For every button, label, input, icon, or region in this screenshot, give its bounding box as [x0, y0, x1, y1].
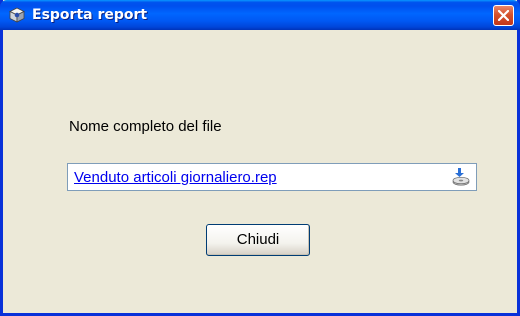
export-report-dialog: Esporta report Nome completo del file Ve…	[0, 0, 520, 316]
dialog-body: Nome completo del file Venduto articoli …	[3, 30, 517, 313]
cube-icon	[9, 7, 25, 23]
save-disk-icon[interactable]	[450, 167, 472, 187]
window-title: Esporta report	[32, 7, 148, 23]
file-name-link[interactable]: Venduto articoli giornaliero.rep	[74, 169, 277, 186]
close-button[interactable]	[493, 5, 514, 26]
title-bar[interactable]: Esporta report	[0, 0, 520, 30]
file-name-field[interactable]: Venduto articoli giornaliero.rep	[67, 163, 477, 191]
chiudi-button[interactable]: Chiudi	[206, 224, 310, 256]
close-icon	[498, 10, 509, 21]
file-name-label: Nome completo del file	[69, 118, 222, 135]
